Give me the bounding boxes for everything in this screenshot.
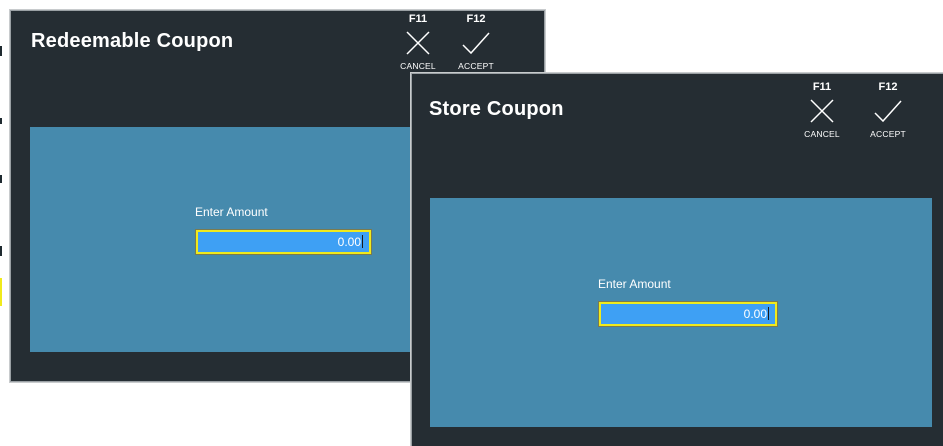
accept-label: ACCEPT — [458, 61, 494, 71]
store-coupon-dialog: Store Coupon F11 CANCEL F12 ACCEPT Enter… — [411, 73, 943, 446]
text-cursor — [362, 235, 363, 248]
amount-value: 0.00 — [743, 307, 767, 321]
text-cursor — [768, 307, 769, 320]
amount-value: 0.00 — [337, 235, 361, 249]
accept-label: ACCEPT — [870, 129, 906, 139]
amount-panel: Enter Amount 0.00 — [30, 127, 425, 352]
check-icon — [863, 96, 913, 126]
amount-input[interactable]: 0.00 — [195, 229, 372, 255]
dialog-title: Redeemable Coupon — [31, 30, 234, 52]
cancel-shortcut-key: F11 — [408, 13, 428, 25]
accept-shortcut-key: F12 — [466, 13, 486, 25]
cancel-button[interactable]: F11 CANCEL — [797, 81, 847, 140]
render-artifact — [0, 246, 2, 256]
cancel-button[interactable]: F11 CANCEL — [393, 13, 443, 72]
render-artifact — [0, 278, 2, 306]
accept-shortcut-key: F12 — [878, 81, 898, 93]
amount-panel: Enter Amount 0.00 — [430, 198, 932, 427]
accept-button[interactable]: F12 ACCEPT — [863, 81, 913, 140]
check-icon — [451, 28, 501, 58]
dialog-title: Store Coupon — [429, 98, 564, 120]
cancel-label: CANCEL — [804, 129, 840, 139]
render-artifact — [0, 46, 2, 56]
cancel-label: CANCEL — [400, 61, 436, 71]
render-artifact — [0, 175, 2, 183]
x-icon — [393, 28, 443, 58]
enter-amount-label: Enter Amount — [598, 277, 671, 291]
x-icon — [797, 96, 847, 126]
amount-input[interactable]: 0.00 — [598, 301, 778, 327]
enter-amount-label: Enter Amount — [195, 205, 268, 219]
cancel-shortcut-key: F11 — [812, 81, 832, 93]
accept-button[interactable]: F12 ACCEPT — [451, 13, 501, 72]
render-artifact — [0, 118, 2, 124]
